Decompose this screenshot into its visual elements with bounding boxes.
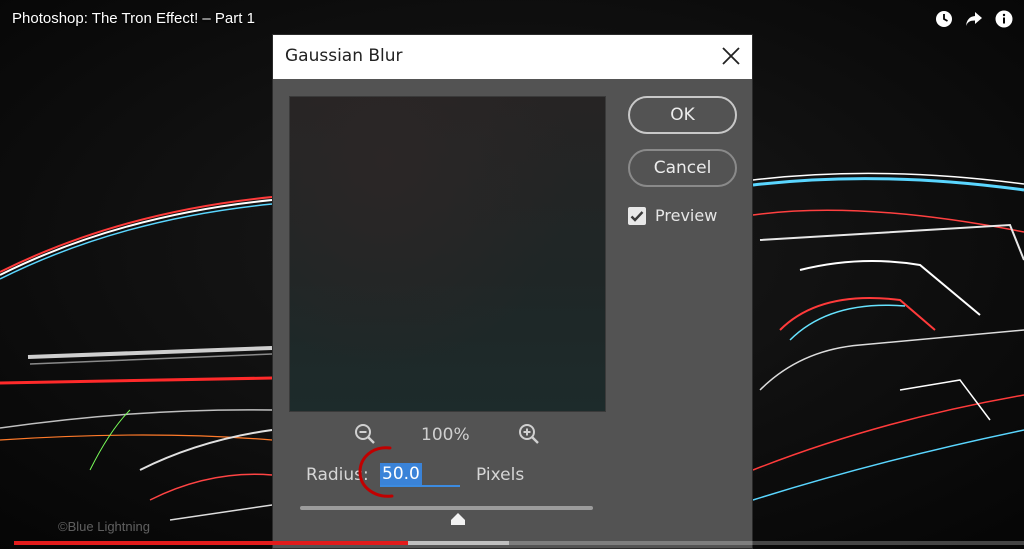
radius-slider-thumb[interactable] bbox=[449, 511, 467, 525]
preview-checkbox[interactable] bbox=[628, 206, 646, 225]
preview-checkbox-row[interactable]: Preview bbox=[628, 206, 717, 225]
radius-value: 50.0 bbox=[380, 463, 422, 485]
dialog-title: Gaussian Blur bbox=[285, 46, 403, 66]
video-top-controls bbox=[934, 9, 1014, 29]
zoom-out-icon[interactable] bbox=[353, 422, 377, 446]
cancel-button[interactable]: Cancel bbox=[628, 149, 737, 187]
dialog-titlebar[interactable]: Gaussian Blur bbox=[273, 35, 752, 79]
radius-input[interactable]: 50.0 bbox=[380, 463, 460, 487]
preview-pane[interactable] bbox=[289, 96, 606, 412]
watermark: ©Blue Lightning bbox=[58, 519, 150, 534]
zoom-in-icon[interactable] bbox=[517, 422, 541, 446]
close-icon[interactable] bbox=[720, 45, 742, 67]
gaussian-blur-dialog: Gaussian Blur OK Cancel Preview 100% Rad… bbox=[272, 34, 753, 549]
radius-slider-track[interactable] bbox=[300, 506, 593, 510]
unit-label: Pixels bbox=[476, 465, 525, 485]
video-title[interactable]: Photoshop: The Tron Effect! – Part 1 bbox=[12, 10, 255, 27]
share-icon[interactable] bbox=[964, 9, 984, 29]
info-icon[interactable] bbox=[994, 9, 1014, 29]
checkmark-icon bbox=[630, 210, 644, 222]
progress-played bbox=[14, 541, 408, 545]
radius-label: Radius: bbox=[306, 465, 369, 485]
video-progress-bar[interactable] bbox=[14, 541, 1024, 545]
zoom-level: 100% bbox=[421, 425, 470, 445]
ok-button[interactable]: OK bbox=[628, 96, 737, 134]
watch-later-icon[interactable] bbox=[934, 9, 954, 29]
preview-label: Preview bbox=[655, 206, 718, 225]
